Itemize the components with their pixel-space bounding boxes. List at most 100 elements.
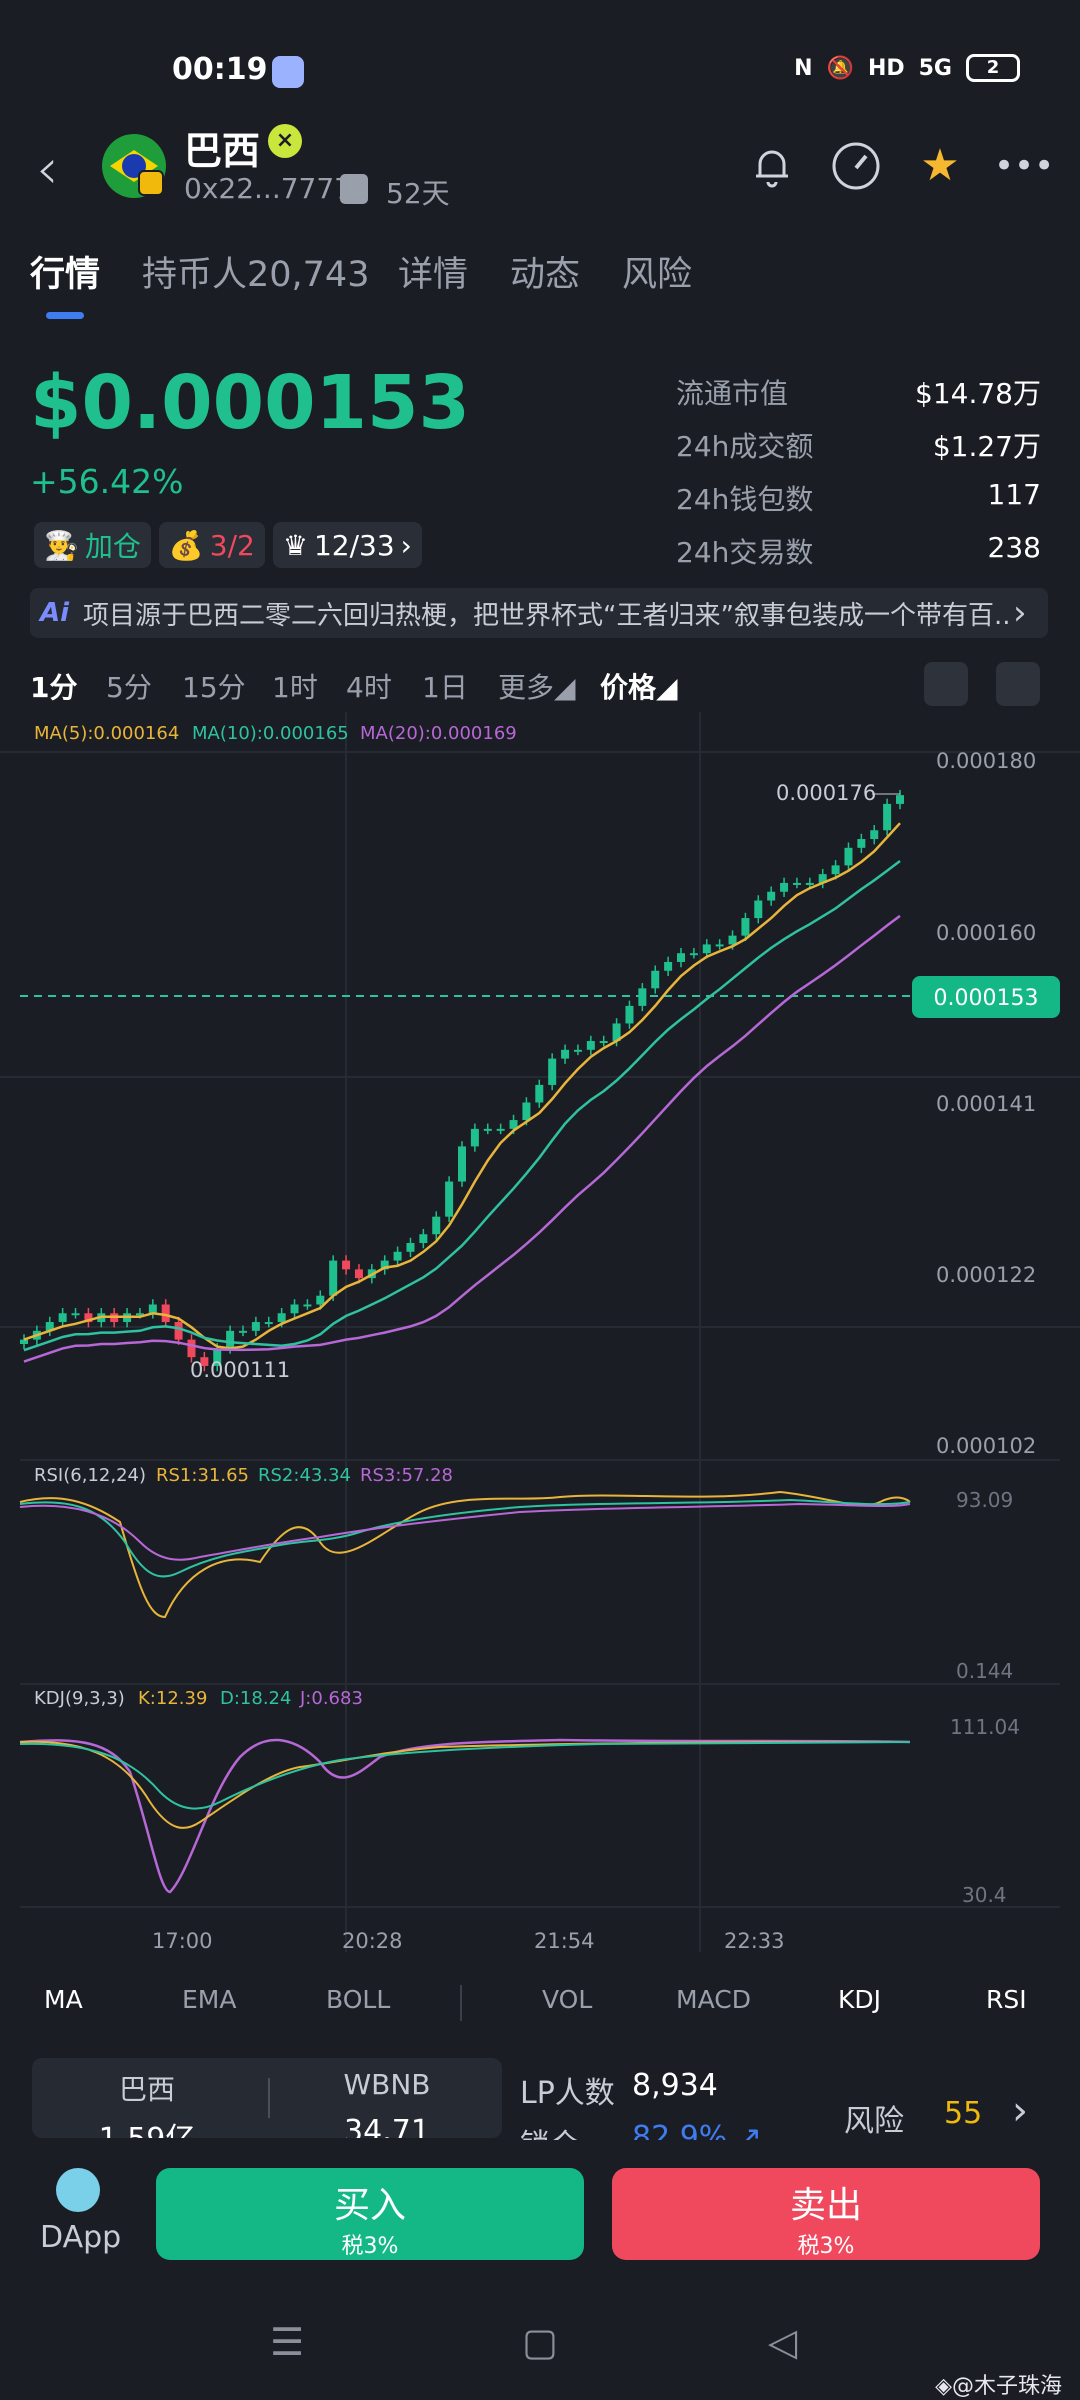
candle [728,935,737,945]
kdj-j: J:0.683 [299,1688,363,1709]
dapp-label[interactable]: DApp [40,2220,121,2255]
candle [174,1322,183,1340]
low-price-label: 0.000111 [190,1358,290,1382]
stat-row: 流通市值 $14.78万 [676,377,1041,410]
buy-label: 买入 [333,2185,406,2226]
indicator-bar: MA EMA BOLL VOL MACD KDJ RSI [0,1975,1080,2030]
ind-macd[interactable]: MACD [676,1985,751,2014]
tf-more[interactable]: 更多◢ [498,666,576,706]
ind-vol[interactable]: VOL [542,1985,592,2014]
timeframe-bar: 1分 5分 15分 1时 4时 1日 更多◢ 价格◢ [30,662,1050,708]
battery-icon: 2 [966,54,1020,82]
tab-details[interactable]: 详情 [398,246,468,297]
candle [573,1049,582,1052]
rsi2-line [19,1498,911,1578]
crown-icon: ♛ [282,528,308,562]
rsi-legend: RSI(6,12,24) [34,1465,146,1486]
money-bag-icon: 💰 [168,528,204,562]
market-stats: 流通市值 $14.78万 24h成交额 $1.27万 24h钱包数 117 24h交易… [676,372,1041,584]
mute-icon: 🔕 [826,55,854,81]
ind-rsi[interactable]: RSI [986,1985,1027,2014]
kdj-j-line [19,1738,911,1894]
candle [419,1234,428,1244]
tf-15m[interactable]: 15分 [182,666,246,706]
chain-badge-icon [138,170,164,196]
star-icon[interactable]: ★ [914,140,966,192]
kdj-d-line [19,1741,911,1810]
kdj-legend: KDJ(9,3,3) [34,1688,125,1709]
ma10-line [23,860,901,1352]
candle [715,944,724,947]
ai-summary-text: 项目源于巴西二零二六回归热梗，把世界杯式“王者归来”叙事包装成一个带有百... [83,600,1014,631]
copy-icon[interactable] [340,174,368,204]
menu-nav-icon[interactable]: ☰ [270,2320,304,2364]
tab-risk[interactable]: 风险 [622,246,692,297]
rank-badge[interactable]: ♛ 12/33 › [272,522,422,568]
gauge-icon[interactable] [830,140,882,192]
kdj-tick: 111.04 [950,1715,1020,1739]
candle [316,1295,325,1305]
ind-kdj[interactable]: KDJ [838,1985,881,2014]
ma10-legend: MA(10):0.000165 [192,723,349,744]
tab-holders[interactable]: 持币人20,743 [142,246,369,297]
candle [625,1005,634,1024]
candle [522,1102,531,1121]
ind-ma[interactable]: MA [44,1985,83,2014]
candle [689,953,698,956]
add-position-badge[interactable]: 👨‍🍳 加仓 [34,522,151,568]
tf-1m[interactable]: 1分 [30,666,77,706]
candle [754,900,763,919]
high-price-label: 0.000176 [776,781,876,805]
ai-summary-bar[interactable]: Ai 项目源于巴西二零二六回归热梗，把世界杯式“王者归来”叙事包装成一个带有百.… [30,588,1048,638]
token-name: 巴西 [184,129,261,173]
y-tick: 0.000141 [936,1092,1036,1116]
candle [805,882,814,885]
candle [329,1260,338,1296]
ma20-legend: MA(20):0.000169 [360,723,517,744]
x-tick: 17:00 [152,1929,213,1953]
verified-icon: × [268,124,302,158]
candle [445,1181,454,1217]
tf-1d[interactable]: 1日 [422,666,468,706]
candle [741,918,750,936]
chevron-right-icon[interactable]: › [1012,2088,1028,2134]
back-icon[interactable]: ‹ [36,142,58,198]
candle [831,865,840,875]
risk-label[interactable]: 风险 [844,2096,904,2140]
tf-4h[interactable]: 4时 [346,666,392,706]
candle [470,1128,479,1147]
tf-1h[interactable]: 1时 [272,666,318,706]
sell-button[interactable]: 卖出 税3% [612,2168,1040,2260]
price-mode-select[interactable]: 价格◢ [600,666,678,706]
tf-5m[interactable]: 5分 [106,666,152,706]
ai-icon: Ai [40,598,70,628]
chevron-right-icon: › [1013,593,1027,633]
drawing-tool-icon[interactable] [924,662,968,706]
price-change: +56.42% [30,462,184,501]
back-nav-icon[interactable]: ◁ [768,2320,797,2364]
ind-boll[interactable]: BOLL [326,1985,390,2014]
rsi-rs3: RS3:57.28 [360,1465,453,1486]
liquidity-pool[interactable]: 巴西 1.59亿 WBNB 34.71 [32,2058,502,2138]
ind-ema[interactable]: EMA [182,1985,236,2014]
tab-market[interactable]: 行情 [30,246,100,297]
more-icon[interactable]: ••• [994,140,1054,192]
sell-tax: 税3% [797,2234,855,2259]
nfc-icon: N [794,55,813,81]
ma5-legend: MA(5):0.000164 [34,723,179,744]
candle [277,1313,286,1323]
rsi-rs2: RS2:43.34 [258,1465,351,1486]
contract-address[interactable]: 0x22...7777 [184,172,352,205]
candlestick-chart[interactable]: MA(5):0.000164 MA(10):0.000165 MA(20):0.… [0,712,1080,1972]
tab-activity[interactable]: 动态 [510,246,580,297]
stat-row: 24h钱包数 117 [676,478,1041,516]
candle [548,1058,557,1085]
candle [58,1313,67,1323]
bell-icon[interactable] [746,140,798,192]
candle [458,1146,466,1182]
buy-button[interactable]: 买入 税3% [156,2168,584,2260]
chart-settings-icon[interactable] [996,662,1040,706]
dapp-icon[interactable] [56,2168,100,2212]
ratio-badge[interactable]: 💰 3/2 [158,522,265,568]
home-nav-icon[interactable]: ▢ [522,2320,558,2364]
